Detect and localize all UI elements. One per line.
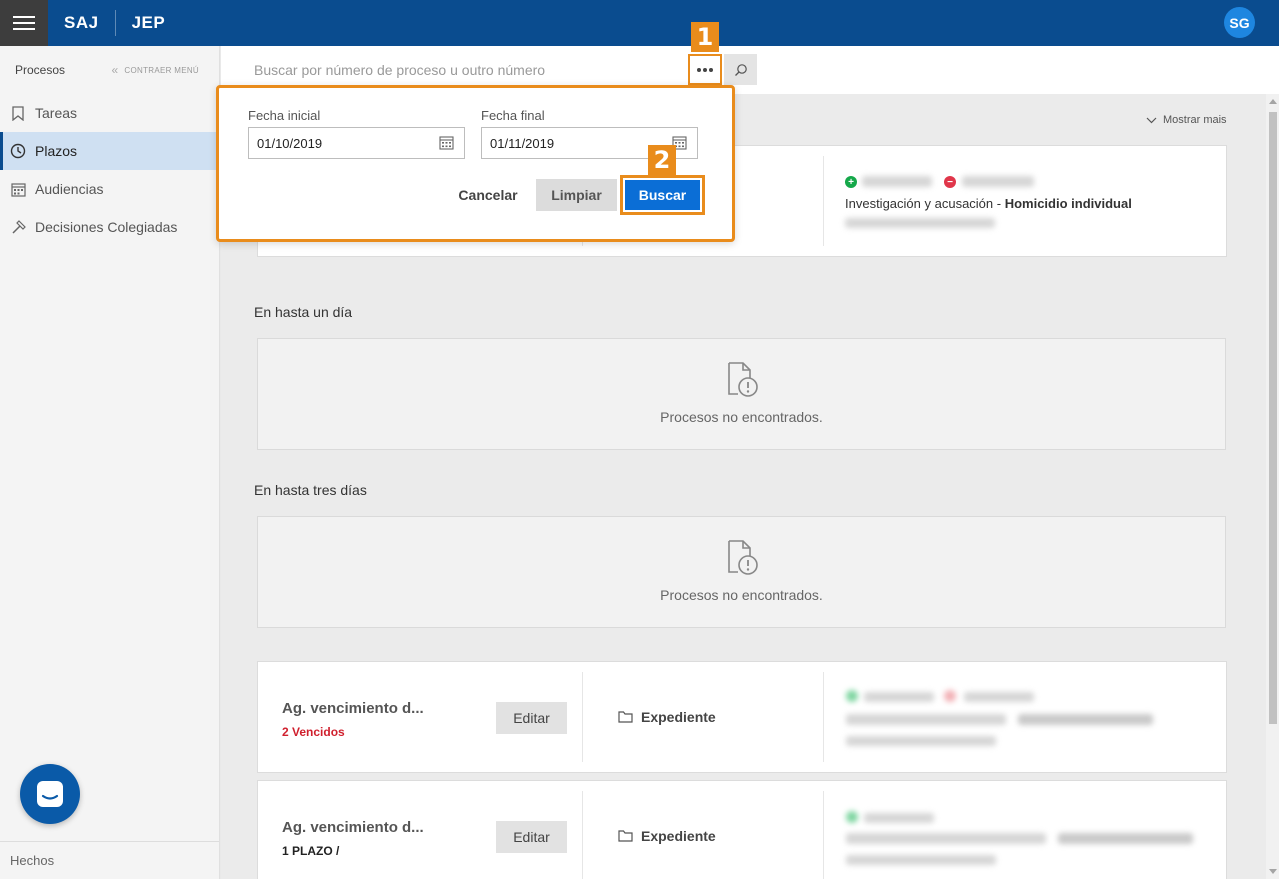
- double-chevron-left-icon: «: [111, 63, 119, 77]
- chat-launcher-button[interactable]: [20, 764, 80, 824]
- scroll-up-icon[interactable]: [1269, 99, 1277, 104]
- redacted-text: [864, 692, 934, 702]
- redacted-text: [1058, 833, 1193, 844]
- cancel-button[interactable]: Cancelar: [455, 179, 521, 211]
- card-title[interactable]: Ag. vencimiento d...: [282, 700, 424, 717]
- chevron-down-icon: [1146, 117, 1157, 123]
- redacted-text: [862, 176, 932, 187]
- process-classification: Investigación y acusación - Homicidio in…: [845, 196, 1132, 211]
- edit-button[interactable]: Editar: [496, 821, 567, 853]
- sidebar-item-hechos[interactable]: Hechos: [0, 841, 219, 879]
- clear-button[interactable]: Limpiar: [536, 179, 617, 211]
- case-file-link[interactable]: Expediente: [618, 828, 716, 844]
- end-date-label: Fecha final: [481, 108, 545, 123]
- sidebar-title: Procesos: [15, 63, 66, 77]
- redacted-text: [962, 176, 1034, 187]
- annotation-badge-1: 1: [691, 22, 719, 52]
- plus-circle-icon: +: [845, 176, 857, 188]
- clock-icon: [10, 143, 26, 159]
- menu-icon[interactable]: [0, 0, 48, 46]
- calendar-icon: [10, 181, 26, 197]
- deadline-count: 1 PLAZO /: [282, 844, 340, 858]
- column-divider: [582, 672, 583, 762]
- empty-state: Procesos no encontrados.: [257, 516, 1226, 628]
- redacted-text: [846, 714, 1006, 725]
- sidebar-item-tareas[interactable]: Tareas: [0, 94, 219, 132]
- column-divider: [823, 791, 824, 879]
- deadline-card: Ag. vencimiento d... 2 Vencidos Editar E…: [257, 661, 1227, 773]
- section-title: En hasta un día: [254, 304, 353, 320]
- section-title: En hasta tres días: [254, 482, 367, 498]
- chat-icon: [37, 781, 63, 807]
- redacted-text: [1018, 714, 1153, 725]
- empty-state: Procesos no encontrados.: [257, 338, 1226, 450]
- case-file-label: Expediente: [641, 709, 716, 725]
- gavel-icon: [10, 219, 26, 235]
- dots-icon: [697, 67, 701, 72]
- bookmark-icon: [10, 105, 26, 121]
- calendar-icon[interactable]: [439, 135, 454, 150]
- document-alert-icon: [728, 362, 758, 397]
- start-date-label: Fecha inicial: [248, 108, 321, 123]
- top-bar: SAJ JEP SG: [0, 0, 1279, 46]
- minus-circle-icon: −: [944, 176, 956, 188]
- dots-icon: [703, 67, 707, 72]
- show-more-label: Mostrar mais: [1163, 114, 1227, 126]
- search-button-highlight: Buscar: [620, 175, 705, 215]
- brand-jep[interactable]: JEP: [116, 13, 182, 33]
- annotation-badge-2: 2: [648, 145, 676, 175]
- document-alert-icon: [728, 540, 758, 575]
- scrollbar-thumb[interactable]: [1269, 112, 1277, 724]
- sidebar-item-label: Tareas: [35, 105, 78, 121]
- start-date-input[interactable]: [248, 127, 465, 159]
- redacted-text: [846, 855, 996, 865]
- redacted-text: [846, 736, 996, 746]
- case-file-link[interactable]: Expediente: [618, 709, 716, 725]
- folder-icon: [618, 711, 633, 723]
- classification-text: Investigación y acusación -: [845, 196, 1005, 211]
- more-options-button[interactable]: [688, 54, 722, 85]
- user-avatar[interactable]: SG: [1224, 7, 1255, 38]
- redacted-text: [846, 833, 1046, 844]
- sidebar-item-decisiones-colegiadas[interactable]: Decisiones Colegiadas: [0, 208, 219, 246]
- apply-search-button[interactable]: Buscar: [625, 180, 700, 210]
- redacted-text: [845, 218, 995, 228]
- search-icon: [734, 63, 747, 76]
- card-title[interactable]: Ag. vencimiento d...: [282, 819, 424, 836]
- sidebar-item-label: Plazos: [35, 143, 78, 159]
- empty-message: Procesos no encontrados.: [660, 587, 823, 603]
- empty-message: Procesos no encontrados.: [660, 409, 823, 425]
- deadline-card: Ag. vencimiento d... 1 PLAZO / Editar Ex…: [257, 780, 1227, 879]
- show-more-toggle[interactable]: Mostrar mais: [1146, 114, 1227, 126]
- redacted-icon: [944, 690, 956, 702]
- crime-text: Homicidio individual: [1004, 196, 1132, 211]
- sidebar-item-plazos[interactable]: Plazos: [0, 132, 219, 170]
- redacted-icon: [846, 690, 858, 702]
- redacted-text: [864, 813, 934, 823]
- column-divider: [823, 672, 824, 762]
- brand-saj[interactable]: SAJ: [48, 13, 115, 33]
- vertical-scrollbar[interactable]: [1266, 94, 1279, 879]
- sidebar-item-label: Audiencias: [35, 181, 104, 197]
- scroll-down-icon[interactable]: [1269, 869, 1277, 874]
- redacted-text: [964, 692, 1034, 702]
- sidebar-item-audiencias[interactable]: Audiencias: [0, 170, 219, 208]
- dots-icon: [709, 67, 713, 72]
- folder-icon: [618, 830, 633, 842]
- redacted-icon: [846, 811, 858, 823]
- search-button[interactable]: [724, 54, 757, 85]
- collapse-menu-label: CONTRAER MENÚ: [124, 65, 199, 75]
- edit-button[interactable]: Editar: [496, 702, 567, 734]
- sidebar-item-label: Decisiones Colegiadas: [35, 219, 178, 235]
- column-divider: [823, 156, 824, 246]
- search-input[interactable]: [245, 54, 685, 86]
- column-divider: [582, 791, 583, 879]
- collapse-menu-button[interactable]: « CONTRAER MENÚ: [111, 63, 199, 77]
- sidebar: Procesos « CONTRAER MENÚ Tareas Plazos A…: [0, 46, 220, 879]
- case-file-label: Expediente: [641, 828, 716, 844]
- overdue-count: 2 Vencidos: [282, 725, 345, 739]
- sidebar-header: Procesos « CONTRAER MENÚ: [0, 46, 219, 94]
